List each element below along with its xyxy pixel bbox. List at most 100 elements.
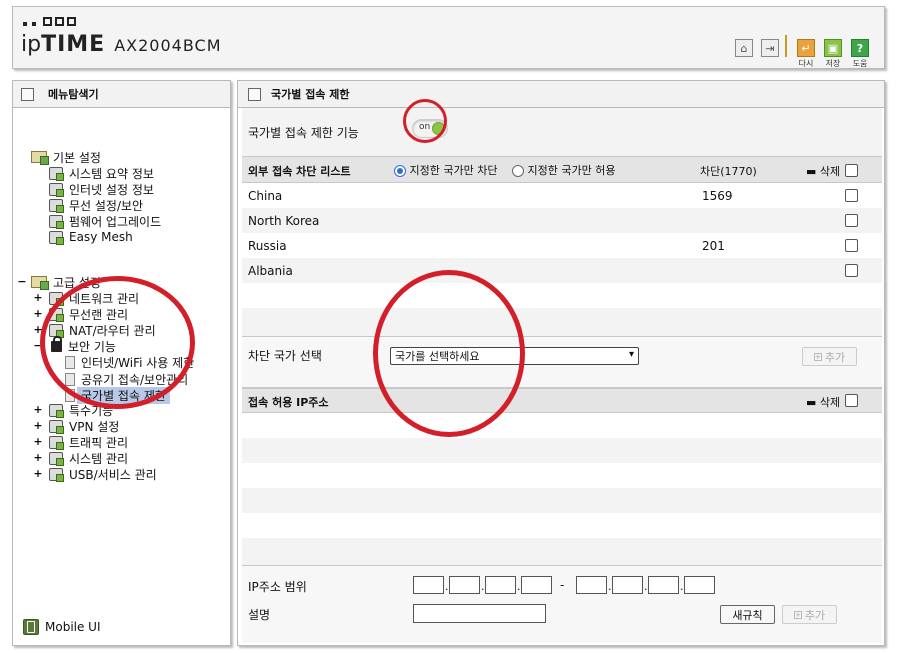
tree-item-internet-wifi-limit[interactable]: 인터넷/WiFi 사용 제한 <box>65 354 194 370</box>
tree-item-system-summary[interactable]: 시스템 요약 정보 <box>49 165 154 181</box>
help-icon: ? <box>856 41 864 55</box>
ip-dot: . <box>481 580 485 593</box>
tree-item-firmware[interactable]: 펌웨어 업그레이드 <box>49 213 161 229</box>
row-checkbox[interactable] <box>845 264 858 277</box>
new-rule-button[interactable]: 새규칙 <box>720 605 775 624</box>
allow-delete-label: 삭제 <box>819 396 841 409</box>
ip-range-label: IP주소 범위 <box>248 580 307 594</box>
row-checkbox[interactable] <box>845 214 858 227</box>
delete-label: 삭제 <box>819 165 841 178</box>
folder-icon <box>31 151 49 165</box>
tree-basic-label: 기본 설정 <box>53 150 101 165</box>
allow-delete-header: ▬ 삭제 <box>806 396 841 409</box>
radio-block-only-input[interactable] <box>394 165 406 177</box>
collapse-toggle[interactable]: − <box>17 275 27 288</box>
add-country-button[interactable]: + 추가 <box>802 347 857 366</box>
radio-block-only[interactable]: 지정한 국가만 차단 <box>394 162 497 178</box>
delete-header: ▬ 삭제 <box>806 165 841 178</box>
chevron-down-icon: ▾ <box>628 349 634 360</box>
header: ipTIME AX2004BCM ⌂ ⇥ ↵ ▣ ? 다시 저장 도움 <box>12 6 885 69</box>
description-input[interactable] <box>413 604 546 623</box>
row-checkbox[interactable] <box>845 239 858 252</box>
tree-item-label: 트래픽 관리 <box>69 435 129 450</box>
expand-toggle[interactable]: + <box>33 451 43 464</box>
tree-item-label: 네트워크 관리 <box>69 291 140 306</box>
tree-item-easy-mesh[interactable]: Easy Mesh <box>49 229 133 245</box>
tree-item-label: 공유기 접속/보안관리 <box>81 372 189 387</box>
table-row-empty <box>242 283 882 308</box>
tree-item-wireless[interactable]: 무선랜 관리 <box>49 306 128 322</box>
radio-allow-only-input[interactable] <box>512 165 524 177</box>
easy-mesh-icon <box>49 230 64 245</box>
tree-item-wireless-security[interactable]: 무선 설정/보안 <box>49 197 143 213</box>
tree-item-label: 시스템 요약 정보 <box>69 166 154 181</box>
expand-toggle[interactable]: + <box>33 467 43 480</box>
allow-list-title: 접속 허용 IP주소 <box>248 396 329 409</box>
home-button[interactable]: ⌂ <box>735 39 753 57</box>
tree-item-security[interactable]: 보안 기능 <box>49 335 116 354</box>
ip-end-octet-2[interactable] <box>612 576 643 594</box>
collapse-toggle[interactable]: − <box>33 339 43 352</box>
ip-dot: . <box>680 580 684 593</box>
country-select[interactable]: 국가를 선택하세요 ▾ <box>390 347 639 365</box>
toggle-label: on <box>419 122 431 132</box>
tree-item-special[interactable]: 특수기능 <box>49 402 113 418</box>
expand-toggle[interactable]: + <box>33 323 43 336</box>
page-icon <box>65 355 75 369</box>
ip-end-octet-4[interactable] <box>684 576 715 594</box>
allow-row-empty <box>242 488 882 513</box>
tree-item-vpn[interactable]: VPN 설정 <box>49 418 119 434</box>
expand-toggle[interactable]: + <box>33 291 43 304</box>
expand-toggle[interactable]: + <box>33 307 43 320</box>
help-label: 도움 <box>852 59 868 68</box>
ip-range-form: IP주소 범위 . . . - . . . 설명 새규칙 + 추가 <box>242 565 882 643</box>
allow-row-empty <box>242 413 882 438</box>
main-content: 국가별 접속 제한 기능 on 외부 접속 차단 리스트 지정한 국가만 차단 … <box>242 108 882 643</box>
block-count: 차단(1770) <box>700 165 757 178</box>
ip-start-octet-4[interactable] <box>521 576 552 594</box>
tree-item-label: 무선 설정/보안 <box>69 198 144 213</box>
expand-toggle[interactable]: + <box>33 419 43 432</box>
expand-toggle[interactable]: + <box>33 435 43 448</box>
row-checkbox[interactable] <box>845 189 858 202</box>
tree-item-usb-service[interactable]: USB/서비스 관리 <box>49 466 157 482</box>
expand-toggle[interactable]: + <box>33 403 43 416</box>
mobile-ui-link[interactable]: Mobile UI <box>23 619 101 635</box>
tree-item-traffic[interactable]: 트래픽 관리 <box>49 434 128 450</box>
ip-end-octet-3[interactable] <box>648 576 679 594</box>
system-icon <box>49 451 64 466</box>
new-rule-label: 새규칙 <box>732 608 763 622</box>
save-icon: ▣ <box>827 41 839 55</box>
traffic-icon <box>49 435 64 450</box>
apply-label: 다시 <box>798 59 814 68</box>
tree-item-access-security[interactable]: 공유기 접속/보안관리 <box>65 371 188 387</box>
ip-start-octet-3[interactable] <box>485 576 516 594</box>
tree-advanced-settings[interactable]: 고급 설정 <box>31 274 101 290</box>
tree-item-system[interactable]: 시스템 관리 <box>49 450 128 466</box>
allow-select-all-checkbox[interactable] <box>845 394 858 407</box>
header-separator <box>785 35 787 57</box>
select-all-checkbox[interactable] <box>845 164 858 177</box>
ip-start-octet-1[interactable] <box>413 576 444 594</box>
tree-item-network[interactable]: 네트워크 관리 <box>49 290 139 306</box>
apply-icon: ↵ <box>801 41 811 55</box>
radio-allow-only[interactable]: 지정한 국가만 허용 <box>512 162 615 178</box>
toggle-knob <box>432 122 445 135</box>
country-name: North Korea <box>248 214 320 228</box>
ip-start-octet-2[interactable] <box>449 576 480 594</box>
add-ip-button[interactable]: + 추가 <box>782 605 837 624</box>
save-button[interactable]: ▣ <box>824 39 842 57</box>
tree-item-nat-router[interactable]: NAT/라우터 관리 <box>49 322 156 338</box>
wireless-icon <box>49 198 64 213</box>
country-restriction-toggle[interactable]: on <box>412 119 448 138</box>
help-button[interactable]: ? <box>851 39 869 57</box>
tree-basic-settings[interactable]: 기본 설정 <box>31 149 101 165</box>
tree-advanced-label: 고급 설정 <box>53 275 101 290</box>
tree-item-internet-info[interactable]: 인터넷 설정 정보 <box>49 181 154 197</box>
logout-button[interactable]: ⇥ <box>761 39 779 57</box>
add-ip-label: 추가 <box>804 608 826 622</box>
sidebar-title: 메뉴탐색기 <box>13 81 230 108</box>
ip-end-octet-1[interactable] <box>576 576 607 594</box>
system-summary-icon <box>49 166 64 181</box>
apply-button[interactable]: ↵ <box>797 39 815 57</box>
